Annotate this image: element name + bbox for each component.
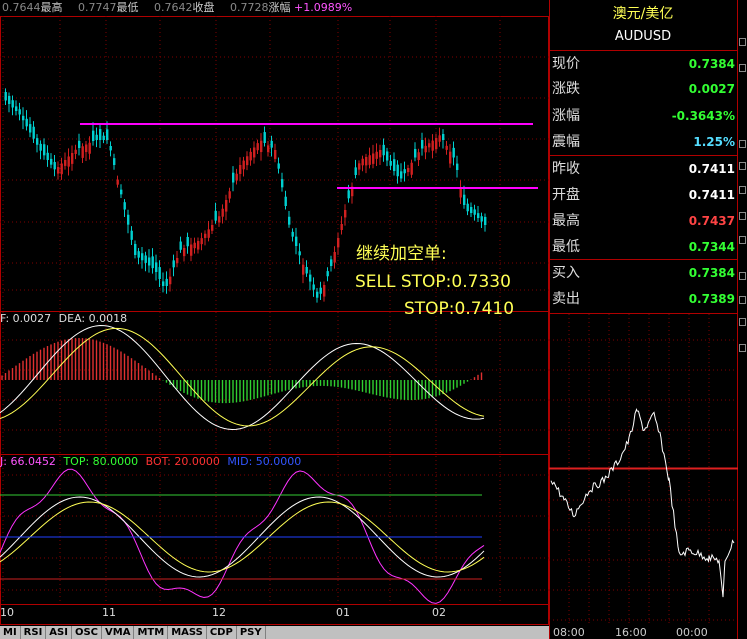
edge-button[interactable] [739, 296, 746, 304]
quote-row: 昨收 0.7411 [549, 157, 737, 182]
intraday-time-label: 08:00 [553, 626, 585, 639]
intraday-time-label: 16:00 [615, 626, 647, 639]
tab-asi[interactable]: ASI [46, 626, 72, 639]
header-label-3: 收盘 [192, 1, 215, 14]
intraday-price-line [550, 408, 735, 598]
header-value-4: 0.7728 [230, 1, 269, 14]
quote-value: 0.7411 [688, 188, 735, 202]
header-label-1: 最高 [40, 1, 63, 14]
header-value-3: 0.7642 [154, 1, 193, 14]
kdj-top: TOP: 80.0000 [63, 455, 139, 468]
instrument-symbol: AUDUSD [614, 29, 672, 44]
edge-button[interactable] [739, 236, 746, 244]
tab-rsi[interactable]: RSI [21, 626, 47, 639]
quote-value: 0.7344 [688, 240, 735, 254]
edge-button[interactable] [739, 38, 746, 46]
quote-row: 涨跌 0.0027 [549, 77, 737, 102]
intraday-time-label: 00:00 [676, 626, 708, 639]
tab-psy[interactable]: PSY [237, 626, 266, 639]
quote-row: 震幅 1.25% [549, 130, 737, 155]
quote-sidebar: 澳元/美亿 AUDUSD 现价 0.7384 涨跌 0.0027 涨幅 -0.3643% 震… [549, 0, 747, 639]
edge-button[interactable] [739, 186, 746, 194]
annotation-line-2: SELL STOP:0.7330 [355, 272, 511, 292]
header-value-2: 0.7747 [78, 1, 117, 14]
header-label-4: 涨幅 [268, 1, 291, 14]
header-value-1: 0.7644 [2, 1, 41, 14]
quote-row: 开盘 0.7411 [549, 183, 737, 208]
edge-button[interactable] [739, 162, 746, 170]
quote-row: 现价 0.7384 [549, 52, 737, 77]
quote-label: 开盘 [552, 187, 580, 203]
quote-label: 震幅 [552, 134, 580, 150]
x-axis-label: 11 [102, 606, 116, 619]
quote-value: 0.7411 [688, 162, 735, 176]
tab-mi[interactable]: MI [0, 626, 21, 639]
kdj-bot: BOT: 20.0000 [145, 455, 220, 468]
edge-button[interactable] [739, 272, 746, 280]
macd-dif: F: 0.0027 [0, 312, 52, 325]
quote-value: -0.3643% [671, 109, 735, 123]
tab-mass[interactable]: MASS [168, 626, 207, 639]
x-axis-label: 01 [336, 606, 350, 619]
quote-value: 0.7437 [688, 214, 735, 228]
annotation-line-1: 继续加空单: [356, 244, 447, 264]
quote-label: 最低 [552, 239, 580, 255]
quote-label: 买入 [552, 265, 580, 281]
quote-value: 0.0027 [688, 82, 735, 96]
quote-row: 最低 0.7344 [549, 235, 737, 260]
quote-value: 0.7384 [688, 57, 735, 71]
quote-label: 现价 [552, 56, 580, 72]
quote-label: 最高 [552, 213, 580, 229]
tab-osc[interactable]: OSC [72, 626, 103, 639]
instrument-title: 澳元/美亿 [612, 6, 674, 22]
quote-value: 0.7389 [688, 292, 735, 306]
quote-label: 昨收 [552, 161, 580, 177]
edge-button[interactable] [739, 212, 746, 220]
header-change: +1.0989% [294, 1, 353, 14]
quote-row: 涨幅 -0.3643% [549, 104, 737, 129]
x-axis-label: 12 [212, 606, 226, 619]
main-chart-area[interactable]: 0.7644最高 0.7747最低 0.7642收盘 0.7728涨幅 +1.0… [0, 0, 549, 626]
quote-row: 买入 0.7384 [549, 261, 737, 286]
quote-label: 涨跌 [552, 81, 580, 97]
price-header: 0.7644最高 0.7747最低 0.7642收盘 0.7728涨幅 +1.0… [2, 0, 352, 16]
edge-toolbar [739, 0, 747, 639]
macd-header: F: 0.0027 DEA: 0.0018 [0, 312, 127, 326]
quote-row: 卖出 0.7389 [549, 287, 737, 312]
x-axis-label: 10 [0, 606, 14, 619]
quote-value: 1.25% [693, 135, 735, 149]
edge-button[interactable] [739, 64, 746, 72]
annotation-line-3: STOP:0.7410 [404, 299, 515, 319]
edge-button[interactable] [739, 344, 746, 352]
kdj-j: J: 66.0452 [0, 455, 56, 468]
edge-button[interactable] [739, 318, 746, 326]
quote-label: 涨幅 [552, 108, 580, 124]
tab-mtm[interactable]: MTM [134, 626, 169, 639]
edge-button[interactable] [739, 140, 746, 148]
quote-value: 0.7384 [688, 266, 735, 280]
header-label-2: 最低 [116, 1, 139, 14]
x-axis-label: 02 [432, 606, 446, 619]
quote-label: 卖出 [552, 291, 580, 307]
tab-cdp[interactable]: CDP [207, 626, 237, 639]
kdj-header: J: 66.0452 TOP: 80.0000 BOT: 20.0000 MID… [0, 455, 301, 469]
tab-vma[interactable]: VMA [102, 626, 135, 639]
macd-dea: DEA: 0.0018 [58, 312, 128, 325]
kdj-mid: MID: 50.0000 [227, 455, 302, 468]
quote-row: 最高 0.7437 [549, 209, 737, 234]
indicator-tabs: MI RSI ASI OSC VMA MTM MASS CDP PSY [0, 626, 549, 639]
